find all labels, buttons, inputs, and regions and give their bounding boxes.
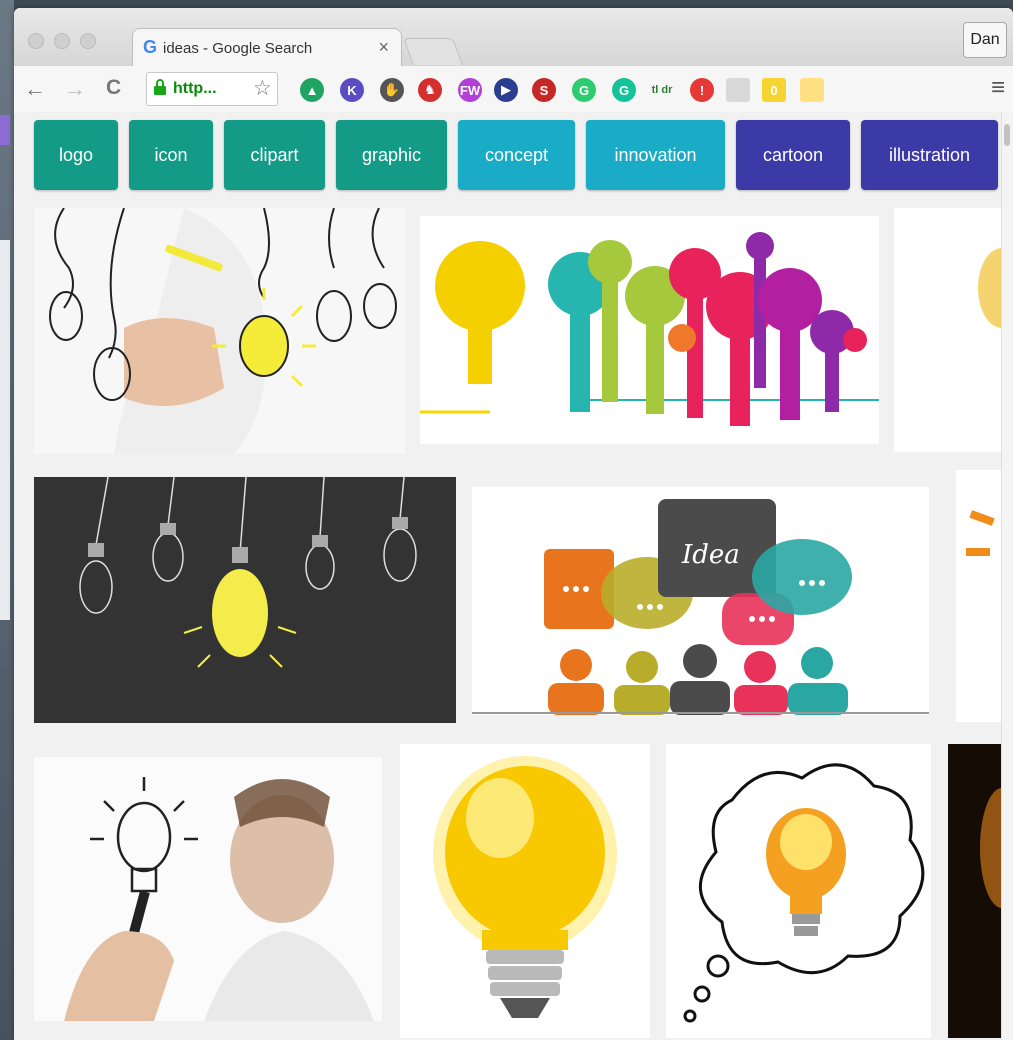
image-result-chalkboard[interactable] (34, 477, 456, 723)
forward-arrow-icon[interactable]: → (64, 76, 86, 102)
image-result-man-drawing[interactable] (34, 757, 382, 1021)
lock-icon (154, 79, 166, 95)
back-arrow-icon[interactable]: ← (24, 76, 46, 102)
refinement-chips: logo icon clipart graphic concept innovation c… (34, 120, 1002, 190)
g-green-icon[interactable]: G (572, 78, 596, 102)
image-result-hand-bulbs[interactable] (34, 208, 405, 454)
tldr-icon[interactable]: tl dr (650, 78, 674, 102)
info-icon[interactable]: ! (690, 78, 714, 102)
minimize-window-button[interactable] (54, 33, 70, 49)
image-result-thought-bulb[interactable] (666, 744, 931, 1038)
image-result-partial-1[interactable] (894, 208, 1002, 452)
notes-icon[interactable] (800, 78, 824, 102)
tab-google-search[interactable]: G ideas - Google Search × (132, 28, 402, 67)
reload-icon[interactable]: C (106, 76, 121, 100)
puzzle-icon[interactable]: FW (458, 78, 482, 102)
image-result-glossy-bulb[interactable] (400, 744, 650, 1038)
title-bar: G ideas - Google Search × Dan (14, 8, 1013, 67)
refinement-chip-graphic[interactable]: graphic (336, 120, 447, 190)
refinement-chip-cartoon[interactable]: cartoon (736, 120, 850, 190)
tab-close-icon[interactable]: × (378, 37, 389, 58)
user-profile-button[interactable]: Dan (963, 22, 1007, 58)
desktop-background (0, 0, 14, 1040)
refinement-chip-innovation[interactable]: innovation (586, 120, 725, 190)
image-result-dark-bulb[interactable] (948, 744, 1002, 1038)
close-window-button[interactable] (28, 33, 44, 49)
window-controls (28, 33, 96, 49)
yellow-badge-icon[interactable]: 0 (762, 78, 786, 102)
image-result-colorful-bulbs[interactable] (420, 216, 879, 444)
browser-toolbar: ← → C http... ☆ ▲ K ✋ ♞ FW ▶ S G Gtl dr! 0 ≡ (14, 66, 1013, 113)
address-bar[interactable]: http... ☆ (146, 72, 278, 106)
new-tab-button[interactable] (403, 38, 463, 65)
s-icon[interactable]: S (532, 78, 556, 102)
google-drive-icon[interactable]: ▲ (300, 78, 324, 102)
evernote-icon[interactable]: ✋ (380, 78, 404, 102)
url-text: http... (173, 80, 217, 97)
maximize-window-button[interactable] (80, 33, 96, 49)
browser-window: G ideas - Google Search × Dan ← → C http… (14, 8, 1013, 1040)
image-results: logo icon clipart graphic concept innovation c… (14, 112, 1002, 1040)
image-result-speech-bubbles[interactable]: Idea (472, 487, 929, 715)
refinement-chip-concept[interactable]: concept (458, 120, 575, 190)
desktop-app-strip (0, 115, 10, 145)
google-favicon-icon: G (143, 37, 158, 57)
tab-title: ideas - Google Search (163, 40, 313, 57)
idea-bubble-text: Idea (681, 540, 740, 570)
bookmark-star-icon[interactable]: ☆ (253, 76, 272, 101)
scrollbar[interactable] (1001, 112, 1013, 1040)
menu-icon[interactable]: ≡ (991, 74, 1005, 102)
refinement-chip-illustration[interactable]: illustration (861, 120, 998, 190)
refinement-chip-icon[interactable]: icon (129, 120, 213, 190)
scrollbar-thumb[interactable] (1004, 124, 1010, 146)
refinement-chip-logo[interactable]: logo (34, 120, 118, 190)
refinement-chip-clipart[interactable]: clipart (224, 120, 325, 190)
desktop-window-edge (0, 240, 10, 620)
grammarly-icon[interactable]: G (612, 78, 636, 102)
image-result-partial-2[interactable] (956, 470, 1002, 722)
k-icon[interactable]: K (340, 78, 364, 102)
grey-icon[interactable] (726, 78, 750, 102)
play-icon[interactable]: ▶ (494, 78, 518, 102)
chair-icon[interactable]: ♞ (418, 78, 442, 102)
